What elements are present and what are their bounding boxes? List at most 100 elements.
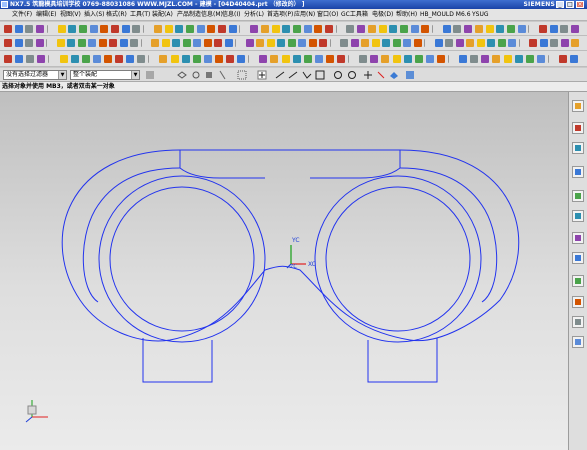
toolbar-tool-icon[interactable]	[514, 55, 523, 63]
toolbar-tool-icon[interactable]	[476, 39, 485, 47]
toolbar-tool-icon[interactable]	[389, 25, 398, 33]
toolbar-tool-icon[interactable]	[67, 39, 75, 47]
toolbar-tool-icon[interactable]	[170, 55, 179, 63]
toolbar-tool-icon[interactable]	[126, 55, 135, 63]
toolbar-tool-icon[interactable]	[143, 25, 145, 33]
resource-tab-icon[interactable]	[572, 166, 584, 178]
menu-insert[interactable]: 插入(S)	[84, 9, 105, 21]
menu-window[interactable]: 窗口(O)	[317, 9, 338, 21]
resource-tab-icon[interactable]	[572, 336, 584, 348]
toolbar-tool-icon[interactable]	[459, 55, 468, 63]
toolbar-tool-icon[interactable]	[37, 55, 46, 63]
toolbar-tool-icon[interactable]	[175, 25, 184, 33]
toolbar-tool-icon[interactable]	[235, 39, 237, 47]
toolbar-tool-icon[interactable]	[492, 55, 501, 63]
toolbar-tool-icon[interactable]	[470, 55, 479, 63]
toolbar-tool-icon[interactable]	[4, 55, 12, 63]
toolbar-tool-icon[interactable]	[26, 55, 35, 63]
toolbar-tool-icon[interactable]	[410, 25, 419, 33]
toolbar-tool-icon[interactable]	[481, 55, 490, 63]
resource-tab-icon[interactable]	[572, 210, 584, 222]
toolbar-tool-icon[interactable]	[357, 25, 366, 33]
toolbar-tool-icon[interactable]	[153, 25, 162, 33]
toolbar-tool-icon[interactable]	[487, 39, 495, 47]
toolbar-tool-icon[interactable]	[506, 25, 515, 33]
toolbar-tool-icon[interactable]	[77, 39, 86, 47]
toolbar-tool-icon[interactable]	[281, 55, 290, 63]
toolbar-tool-icon[interactable]	[370, 55, 379, 63]
toolbar-tool-icon[interactable]	[367, 25, 376, 33]
resource-tab-icon[interactable]	[572, 296, 584, 308]
toolbar-tool-icon[interactable]	[421, 25, 430, 33]
toolbar-tool-icon[interactable]	[434, 39, 443, 47]
toolbar-tool-icon[interactable]	[518, 39, 521, 47]
toolbar-tool-icon[interactable]	[59, 55, 68, 63]
toolbar-tool-icon[interactable]	[78, 25, 87, 33]
toolbar-tool-icon[interactable]	[119, 39, 128, 47]
toolbar-tool-icon[interactable]	[348, 55, 350, 63]
toolbar-tool-icon[interactable]	[550, 39, 558, 47]
toolbar-tool-icon[interactable]	[308, 39, 317, 47]
toolbar-tool-icon[interactable]	[466, 39, 474, 47]
toolbar-tool-icon[interactable]	[399, 25, 408, 33]
toolbar-tool-icon[interactable]	[337, 55, 345, 63]
menu-hb-mould[interactable]: HB_MOULD M6.6	[420, 9, 471, 21]
toolbar-tool-icon[interactable]	[381, 55, 390, 63]
resource-tab-icon[interactable]	[572, 190, 584, 202]
graphics-window[interactable]: XC YC ZC	[0, 92, 568, 450]
layer-icon[interactable]	[406, 71, 414, 79]
filter-icon[interactable]	[146, 71, 154, 79]
toolbar-tool-icon[interactable]	[46, 39, 48, 47]
toolbar-tool-icon[interactable]	[161, 39, 170, 47]
toolbar-tool-icon[interactable]	[196, 25, 205, 33]
toolbar-tool-icon[interactable]	[81, 55, 90, 63]
toolbar-tool-icon[interactable]	[425, 55, 434, 63]
toolbar-tool-icon[interactable]	[455, 39, 464, 47]
toolbar-tool-icon[interactable]	[474, 25, 483, 33]
toolbar-tool-icon[interactable]	[164, 25, 173, 33]
toolbar-tool-icon[interactable]	[218, 25, 226, 33]
toolbar-tool-icon[interactable]	[571, 39, 579, 47]
toolbar-tool-icon[interactable]	[259, 55, 268, 63]
toolbar-tool-icon[interactable]	[203, 55, 212, 63]
toolbar-tool-icon[interactable]	[539, 25, 547, 33]
toolbar-tool-icon[interactable]	[298, 39, 306, 47]
toolbar-tool-icon[interactable]	[325, 55, 334, 63]
menu-tools[interactable]: 工具(T)	[130, 9, 150, 21]
toolbar-tool-icon[interactable]	[15, 55, 24, 63]
menu-edit[interactable]: 编辑(E)	[36, 9, 56, 21]
toolbar-tool-icon[interactable]	[14, 39, 23, 47]
toolbar-tool-icon[interactable]	[109, 39, 117, 47]
minimize-button[interactable]: _	[556, 1, 564, 8]
toolbar-tool-icon[interactable]	[485, 25, 494, 33]
snap-view-icon[interactable]	[390, 72, 398, 79]
menu-file[interactable]: 文件(F)	[12, 9, 32, 21]
toolbar-tool-icon[interactable]	[392, 55, 401, 63]
toolbar-tool-icon[interactable]	[182, 39, 191, 47]
existing-point-icon[interactable]	[377, 71, 385, 79]
selection-scope-dropdown[interactable]: 整个装配 ▼	[70, 70, 140, 80]
toolbar-tool-icon[interactable]	[371, 39, 380, 47]
toolbar-tool-icon[interactable]	[271, 25, 280, 33]
toolbar-tool-icon[interactable]	[517, 25, 526, 33]
rectangle-select-icon[interactable]	[237, 70, 247, 80]
toolbar-tool-icon[interactable]	[378, 25, 387, 33]
circle-snap-icon[interactable]	[192, 71, 200, 79]
toolbar-tool-icon[interactable]	[292, 25, 301, 33]
toolbar-tool-icon[interactable]	[319, 39, 327, 47]
toolbar-tool-icon[interactable]	[571, 25, 580, 33]
box-select-icon[interactable]	[206, 72, 212, 78]
menu-view[interactable]: 视图(V)	[60, 9, 81, 21]
line-endpoint-icon[interactable]	[275, 71, 285, 79]
toolbar-tool-icon[interactable]	[214, 55, 223, 63]
arc-center-icon[interactable]	[334, 71, 342, 79]
toolbar-tool-icon[interactable]	[103, 55, 112, 63]
toolbar-tool-icon[interactable]	[340, 39, 348, 47]
toolbar-tool-icon[interactable]	[203, 39, 212, 47]
toolbar-tool-icon[interactable]	[148, 55, 150, 63]
menu-format[interactable]: 格式(R)	[106, 9, 127, 21]
resource-tab-icon[interactable]	[572, 252, 584, 264]
toolbar-tool-icon[interactable]	[48, 55, 50, 63]
toolbar-tool-icon[interactable]	[292, 55, 301, 63]
toolbar-tool-icon[interactable]	[100, 25, 109, 33]
